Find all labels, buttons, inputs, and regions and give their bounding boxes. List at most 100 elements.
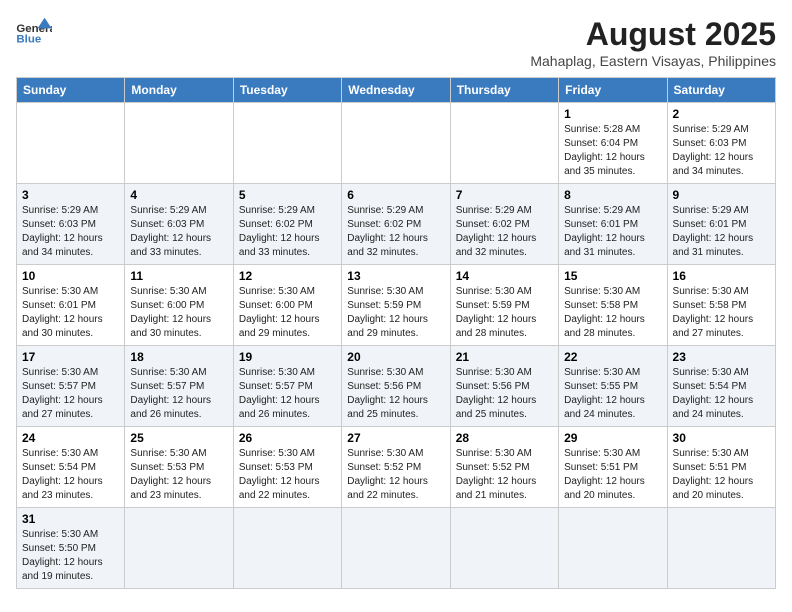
calendar-cell: 27Sunrise: 5:30 AM Sunset: 5:52 PM Dayli… xyxy=(342,427,450,508)
weekday-header-row: SundayMondayTuesdayWednesdayThursdayFrid… xyxy=(17,78,776,103)
day-info: Sunrise: 5:30 AM Sunset: 5:56 PM Dayligh… xyxy=(347,366,444,422)
day-number: 15 xyxy=(564,269,661,283)
calendar-cell: 9 Sunrise: 5:29 AM Sunset: 6:01 PM Daylig… xyxy=(667,184,775,265)
day-number: 13 xyxy=(347,269,444,283)
calendar-cell: 26 Sunrise: 5:30 AM Sunset: 5:53 PM Dayli… xyxy=(233,427,341,508)
day-info: Sunrise: 5:29 AM Sunset: 6:03 PM Dayligh… xyxy=(22,204,119,260)
day-info: Sunrise: 5:30 AM Sunset: 5:58 PM Dayligh… xyxy=(673,285,770,341)
calendar-cell: 14Sunrise: 5:30 AM Sunset: 5:59 PM Dayli… xyxy=(450,265,558,346)
weekday-header-thursday: Thursday xyxy=(450,78,558,103)
calendar-cell: 17 Sunrise: 5:30 AM Sunset: 5:57 PM Dayli… xyxy=(17,346,125,427)
calendar-cell: 3Sunrise: 5:29 AM Sunset: 6:03 PM Daylig… xyxy=(17,184,125,265)
day-info: Sunrise: 5:29 AM Sunset: 6:01 PM Dayligh… xyxy=(564,204,661,260)
day-number: 28 xyxy=(456,431,553,445)
weekday-header-sunday: Sunday xyxy=(17,78,125,103)
day-info: Sunrise: 5:29 AM Sunset: 6:01 PM Dayligh… xyxy=(673,204,770,260)
day-number: 14 xyxy=(456,269,553,283)
calendar-cell: 4Sunrise: 5:29 AM Sunset: 6:03 PM Daylig… xyxy=(125,184,233,265)
calendar-cell: 24 Sunrise: 5:30 AM Sunset: 5:54 PM Dayli… xyxy=(17,427,125,508)
day-info: Sunrise: 5:30 AM Sunset: 5:59 PM Dayligh… xyxy=(347,285,444,341)
weekday-header-wednesday: Wednesday xyxy=(342,78,450,103)
day-info: Sunrise: 5:30 AM Sunset: 5:53 PM Dayligh… xyxy=(239,447,336,503)
day-number: 27 xyxy=(347,431,444,445)
day-number: 29 xyxy=(564,431,661,445)
calendar-cell xyxy=(559,508,667,589)
calendar-cell xyxy=(233,508,341,589)
day-info: Sunrise: 5:30 AM Sunset: 5:55 PM Dayligh… xyxy=(564,366,661,422)
calendar-cell xyxy=(667,508,775,589)
calendar-cell: 30 Sunrise: 5:30 AM Sunset: 5:51 PM Dayli… xyxy=(667,427,775,508)
day-number: 25 xyxy=(130,431,227,445)
day-number: 10 xyxy=(22,269,119,283)
calendar-cell: 2Sunrise: 5:29 AM Sunset: 6:03 PM Daylig… xyxy=(667,103,775,184)
day-info: Sunrise: 5:28 AM Sunset: 6:04 PM Dayligh… xyxy=(564,123,661,179)
day-info: Sunrise: 5:30 AM Sunset: 5:57 PM Dayligh… xyxy=(239,366,336,422)
day-number: 22 xyxy=(564,350,661,364)
day-info: Sunrise: 5:30 AM Sunset: 5:54 PM Dayligh… xyxy=(22,447,119,503)
calendar-week-row: 17 Sunrise: 5:30 AM Sunset: 5:57 PM Dayli… xyxy=(17,346,776,427)
day-number: 4 xyxy=(130,188,227,202)
day-number: 16 xyxy=(673,269,770,283)
day-info: Sunrise: 5:30 AM Sunset: 5:52 PM Dayligh… xyxy=(456,447,553,503)
day-info: Sunrise: 5:30 AM Sunset: 5:50 PM Dayligh… xyxy=(22,528,119,584)
calendar-cell: 12 Sunrise: 5:30 AM Sunset: 6:00 PM Dayli… xyxy=(233,265,341,346)
day-number: 9 xyxy=(673,188,770,202)
day-info: Sunrise: 5:30 AM Sunset: 5:51 PM Dayligh… xyxy=(564,447,661,503)
calendar-subtitle: Mahaplag, Eastern Visayas, Philippines xyxy=(530,53,776,69)
calendar-cell xyxy=(125,103,233,184)
day-number: 6 xyxy=(347,188,444,202)
day-number: 20 xyxy=(347,350,444,364)
day-number: 2 xyxy=(673,107,770,121)
day-number: 26 xyxy=(239,431,336,445)
calendar-cell: 16 Sunrise: 5:30 AM Sunset: 5:58 PM Dayli… xyxy=(667,265,775,346)
calendar-cell: 8 Sunrise: 5:29 AM Sunset: 6:01 PM Daylig… xyxy=(559,184,667,265)
day-info: Sunrise: 5:30 AM Sunset: 5:51 PM Dayligh… xyxy=(673,447,770,503)
calendar-cell xyxy=(450,103,558,184)
weekday-header-monday: Monday xyxy=(125,78,233,103)
calendar-cell: 1 Sunrise: 5:28 AM Sunset: 6:04 PM Daylig… xyxy=(559,103,667,184)
day-number: 1 xyxy=(564,107,661,121)
day-number: 31 xyxy=(22,512,119,526)
calendar-cell xyxy=(342,103,450,184)
day-info: Sunrise: 5:29 AM Sunset: 6:02 PM Dayligh… xyxy=(239,204,336,260)
day-info: Sunrise: 5:30 AM Sunset: 6:00 PM Dayligh… xyxy=(239,285,336,341)
day-info: Sunrise: 5:30 AM Sunset: 5:57 PM Dayligh… xyxy=(22,366,119,422)
calendar-cell xyxy=(342,508,450,589)
day-info: Sunrise: 5:30 AM Sunset: 5:54 PM Dayligh… xyxy=(673,366,770,422)
weekday-header-tuesday: Tuesday xyxy=(233,78,341,103)
calendar-cell: 19 Sunrise: 5:30 AM Sunset: 5:57 PM Dayli… xyxy=(233,346,341,427)
day-info: Sunrise: 5:30 AM Sunset: 5:56 PM Dayligh… xyxy=(456,366,553,422)
day-number: 17 xyxy=(22,350,119,364)
day-number: 18 xyxy=(130,350,227,364)
calendar-week-row: 31 Sunrise: 5:30 AM Sunset: 5:50 PM Dayli… xyxy=(17,508,776,589)
day-number: 19 xyxy=(239,350,336,364)
day-number: 11 xyxy=(130,269,227,283)
calendar-cell: 7 Sunrise: 5:29 AM Sunset: 6:02 PM Daylig… xyxy=(450,184,558,265)
day-info: Sunrise: 5:30 AM Sunset: 6:00 PM Dayligh… xyxy=(130,285,227,341)
title-area: August 2025 Mahaplag, Eastern Visayas, P… xyxy=(530,16,776,69)
calendar-week-row: 3Sunrise: 5:29 AM Sunset: 6:03 PM Daylig… xyxy=(17,184,776,265)
calendar-table: SundayMondayTuesdayWednesdayThursdayFrid… xyxy=(16,77,776,589)
logo: General Blue xyxy=(16,16,52,46)
day-number: 23 xyxy=(673,350,770,364)
calendar-cell: 18 Sunrise: 5:30 AM Sunset: 5:57 PM Dayli… xyxy=(125,346,233,427)
calendar-title: August 2025 xyxy=(530,16,776,53)
page-header: General Blue August 2025 Mahaplag, Easte… xyxy=(16,16,776,69)
day-number: 12 xyxy=(239,269,336,283)
calendar-cell: 15Sunrise: 5:30 AM Sunset: 5:58 PM Dayli… xyxy=(559,265,667,346)
day-number: 7 xyxy=(456,188,553,202)
day-number: 8 xyxy=(564,188,661,202)
day-info: Sunrise: 5:29 AM Sunset: 6:02 PM Dayligh… xyxy=(456,204,553,260)
weekday-header-saturday: Saturday xyxy=(667,78,775,103)
day-info: Sunrise: 5:30 AM Sunset: 5:57 PM Dayligh… xyxy=(130,366,227,422)
day-number: 30 xyxy=(673,431,770,445)
calendar-cell: 11 Sunrise: 5:30 AM Sunset: 6:00 PM Dayli… xyxy=(125,265,233,346)
calendar-cell: 29 Sunrise: 5:30 AM Sunset: 5:51 PM Dayli… xyxy=(559,427,667,508)
calendar-cell: 20 Sunrise: 5:30 AM Sunset: 5:56 PM Dayli… xyxy=(342,346,450,427)
day-number: 24 xyxy=(22,431,119,445)
calendar-cell: 23 Sunrise: 5:30 AM Sunset: 5:54 PM Dayli… xyxy=(667,346,775,427)
calendar-cell: 21Sunrise: 5:30 AM Sunset: 5:56 PM Dayli… xyxy=(450,346,558,427)
calendar-cell: 22 Sunrise: 5:30 AM Sunset: 5:55 PM Dayli… xyxy=(559,346,667,427)
calendar-cell xyxy=(17,103,125,184)
calendar-week-row: 24 Sunrise: 5:30 AM Sunset: 5:54 PM Dayli… xyxy=(17,427,776,508)
